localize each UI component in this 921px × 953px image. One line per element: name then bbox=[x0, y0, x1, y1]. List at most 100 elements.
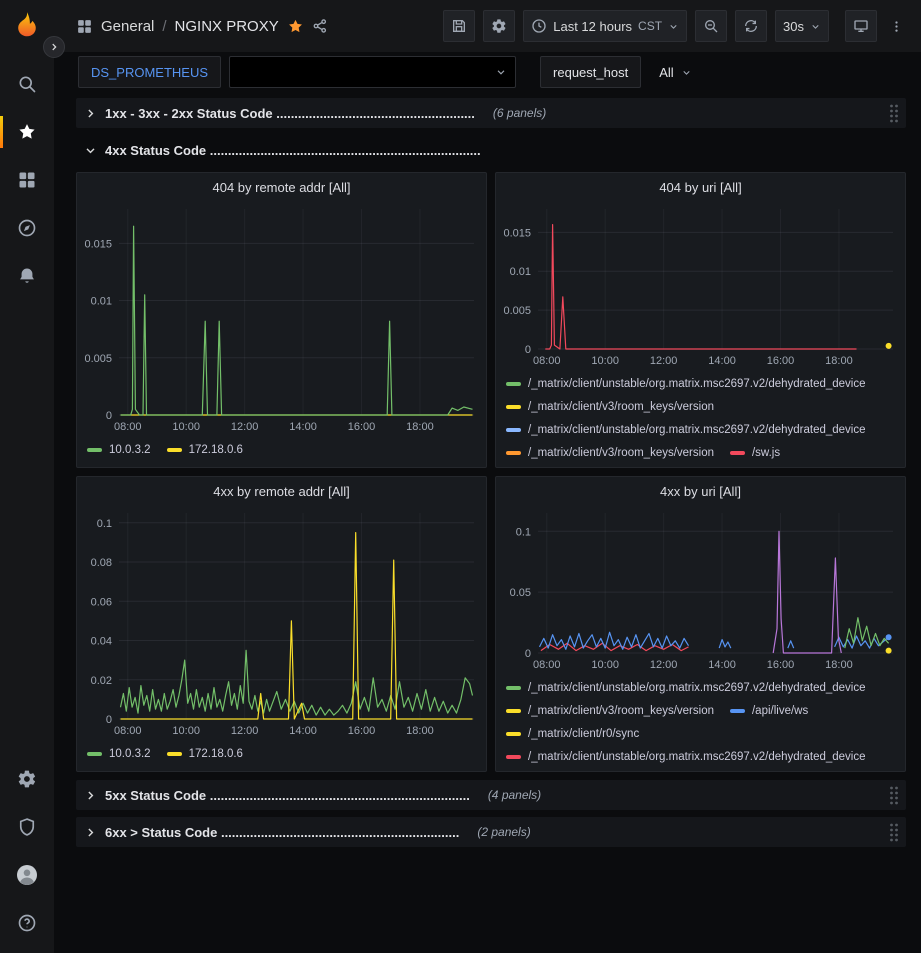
panel-chart[interactable]: 08:0010:0012:0014:0016:0018:0000.0050.01… bbox=[496, 201, 905, 369]
time-range-picker[interactable]: Last 12 hours CST bbox=[523, 10, 687, 42]
shield-icon bbox=[17, 817, 37, 837]
sidebar-expand-button[interactable] bbox=[43, 36, 65, 58]
legend-item[interactable]: 10.0.3.2 bbox=[87, 438, 151, 461]
panel-chart[interactable]: 08:0010:0012:0014:0016:0018:0000.050.1 bbox=[496, 505, 905, 673]
breadcrumb-separator: / bbox=[162, 18, 166, 35]
sidebar-item-help[interactable] bbox=[0, 899, 54, 947]
favorite-star-icon[interactable] bbox=[287, 18, 304, 35]
legend-item[interactable]: /api/live/ws bbox=[730, 699, 808, 722]
legend-label: 10.0.3.2 bbox=[109, 748, 151, 760]
row-title: 5xx Status Code ........................… bbox=[105, 788, 470, 803]
save-dashboard-button[interactable] bbox=[443, 10, 475, 42]
panel-title[interactable]: 404 by uri [All] bbox=[496, 173, 905, 201]
svg-text:0.02: 0.02 bbox=[91, 675, 112, 687]
tv-mode-button[interactable] bbox=[845, 10, 877, 42]
breadcrumb-section[interactable]: General bbox=[101, 18, 154, 35]
sidebar-item-search[interactable] bbox=[0, 60, 54, 108]
kebab-menu-button[interactable] bbox=[885, 10, 907, 42]
variable-label-text: request_host bbox=[553, 65, 628, 80]
kebab-icon bbox=[889, 19, 904, 34]
zoom-out-button[interactable] bbox=[695, 10, 727, 42]
panel-title[interactable]: 4xx by uri [All] bbox=[496, 477, 905, 505]
row-drag-handle-icon[interactable] bbox=[888, 785, 900, 806]
legend-label: /_matrix/client/v3/room_keys/version bbox=[528, 447, 714, 459]
sidebar-item-explore[interactable] bbox=[0, 204, 54, 252]
dashboard-settings-button[interactable] bbox=[483, 10, 515, 42]
legend-item[interactable]: /_matrix/client/r0/sync bbox=[506, 722, 639, 745]
svg-text:12:00: 12:00 bbox=[650, 355, 678, 367]
sidebar-item-dashboards[interactable] bbox=[0, 156, 54, 204]
legend-color-mark bbox=[506, 428, 521, 432]
legend-item[interactable]: /sw.js bbox=[730, 441, 780, 464]
refresh-interval-dropdown[interactable]: 30s bbox=[775, 10, 829, 42]
grafana-app: General / NGINX PROXY Last bbox=[0, 0, 921, 953]
panel-chart[interactable]: 08:0010:0012:0014:0016:0018:0000.0050.01… bbox=[77, 201, 486, 435]
legend-item[interactable]: /_matrix/client/v3/room_keys/version bbox=[506, 441, 714, 464]
row-6xx[interactable]: 6xx > Status Code ......................… bbox=[76, 817, 906, 847]
row-drag-handle-icon[interactable] bbox=[888, 822, 900, 843]
legend-item[interactable]: /_matrix/client/unstable/org.matrix.msc2… bbox=[506, 745, 866, 768]
grafana-logo-icon[interactable] bbox=[12, 10, 42, 40]
svg-text:18:00: 18:00 bbox=[825, 659, 853, 671]
chevron-down-icon bbox=[495, 66, 507, 78]
sidebar-item-server-admin[interactable] bbox=[0, 803, 54, 851]
legend-item[interactable]: 10.0.3.2 bbox=[87, 742, 151, 765]
sidebar-item-configuration[interactable] bbox=[0, 755, 54, 803]
row-title: 1xx - 3xx - 2xx Status Code ............… bbox=[105, 106, 475, 121]
request-host-select[interactable]: All bbox=[649, 56, 701, 88]
row-title: 4xx Status Code ........................… bbox=[105, 143, 481, 158]
chevron-right-icon bbox=[84, 107, 97, 120]
panel-title[interactable]: 404 by remote addr [All] bbox=[77, 173, 486, 201]
svg-text:16:00: 16:00 bbox=[767, 355, 795, 367]
panel-chart[interactable]: 08:0010:0012:0014:0016:0018:0000.020.040… bbox=[77, 505, 486, 739]
svg-text:08:00: 08:00 bbox=[114, 725, 142, 737]
gear-icon bbox=[491, 18, 507, 34]
main-area: General / NGINX PROXY Last bbox=[54, 0, 921, 953]
panel-title[interactable]: 4xx by remote addr [All] bbox=[77, 477, 486, 505]
chart-canvas[interactable]: 08:0010:0012:0014:0016:0018:0000.050.1 bbox=[496, 505, 905, 673]
row-5xx[interactable]: 5xx Status Code ........................… bbox=[76, 780, 906, 810]
row-drag-handle-icon[interactable] bbox=[888, 103, 900, 124]
sidebar-item-alerting[interactable] bbox=[0, 252, 54, 300]
legend-item[interactable]: /_matrix/client/v3/room_keys/version bbox=[506, 395, 714, 418]
share-icon[interactable] bbox=[312, 18, 328, 34]
search-icon bbox=[17, 74, 37, 94]
legend-label: /sw.js bbox=[752, 447, 780, 459]
variable-label-ds-prometheus[interactable]: DS_PROMETHEUS bbox=[78, 56, 221, 88]
svg-text:14:00: 14:00 bbox=[708, 659, 736, 671]
row-1xx-3xx-2xx[interactable]: 1xx - 3xx - 2xx Status Code ............… bbox=[76, 98, 906, 128]
legend-label: 10.0.3.2 bbox=[109, 444, 151, 456]
legend-item[interactable]: /_matrix/client/unstable/org.matrix.msc2… bbox=[506, 676, 866, 699]
apps-icon bbox=[17, 170, 37, 190]
legend-item[interactable]: 172.18.0.6 bbox=[167, 438, 243, 461]
refresh-button[interactable] bbox=[735, 10, 767, 42]
row-panel-count: (2 panels) bbox=[477, 825, 530, 839]
legend-label: /_matrix/client/v3/room_keys/version bbox=[528, 401, 714, 413]
legend-item[interactable]: /_matrix/client/v3/room_keys/version bbox=[506, 699, 714, 722]
datasource-select[interactable] bbox=[229, 56, 516, 88]
svg-text:10:00: 10:00 bbox=[591, 659, 619, 671]
chart-canvas[interactable]: 08:0010:0012:0014:0016:0018:0000.0050.01… bbox=[77, 201, 486, 435]
legend-label: 172.18.0.6 bbox=[189, 748, 243, 760]
chart-canvas[interactable]: 08:0010:0012:0014:0016:0018:0000.0050.01… bbox=[496, 201, 905, 369]
svg-text:08:00: 08:00 bbox=[533, 355, 561, 367]
sidebar-item-profile[interactable] bbox=[0, 851, 54, 899]
chevron-down-icon bbox=[810, 21, 821, 32]
legend-label: /_matrix/client/v3/room_keys/version bbox=[528, 705, 714, 717]
variable-label-request-host[interactable]: request_host bbox=[540, 56, 641, 88]
save-icon bbox=[451, 18, 467, 34]
svg-text:0.01: 0.01 bbox=[91, 296, 112, 308]
row-4xx[interactable]: 4xx Status Code ........................… bbox=[76, 135, 906, 165]
svg-text:0.04: 0.04 bbox=[91, 636, 112, 648]
legend-item[interactable]: /_matrix/client/unstable/org.matrix.msc2… bbox=[506, 372, 866, 395]
dashboard-content: 1xx - 3xx - 2xx Status Code ............… bbox=[54, 92, 921, 953]
legend-item[interactable]: /_matrix/client/unstable/org.matrix.msc2… bbox=[506, 418, 866, 441]
svg-text:16:00: 16:00 bbox=[348, 421, 376, 433]
chart-canvas[interactable]: 08:0010:0012:0014:0016:0018:0000.020.040… bbox=[77, 505, 486, 739]
legend-color-mark bbox=[167, 752, 182, 756]
apps-breadcrumb-icon bbox=[76, 18, 93, 35]
svg-text:16:00: 16:00 bbox=[767, 659, 795, 671]
legend-item[interactable]: 172.18.0.6 bbox=[167, 742, 243, 765]
legend-color-mark bbox=[730, 709, 745, 713]
sidebar-item-starred[interactable] bbox=[0, 108, 54, 156]
